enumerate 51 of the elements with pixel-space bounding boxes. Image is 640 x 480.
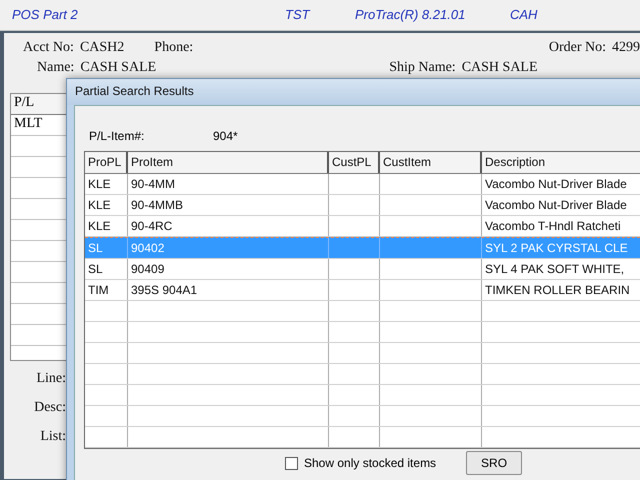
table-cell: 90402 (128, 238, 329, 258)
field-value: CASH SALE (80, 60, 156, 76)
table-cell: SL (85, 238, 128, 258)
table-cell-text: Vacombo Nut-Driver Blade (484, 176, 628, 193)
field-label: Name: (37, 60, 74, 76)
field-label: List: (40, 428, 66, 445)
environment-label: TST (285, 7, 310, 22)
table-cell: KLE (85, 195, 128, 215)
column-header[interactable]: CustItem (380, 152, 482, 173)
column-header[interactable]: Description (482, 152, 640, 173)
field-label: Order No: (548, 40, 606, 56)
search-label: P/L-Item#: (89, 129, 146, 145)
field-value: CASH2 (80, 40, 124, 56)
field-label: Acct No: (23, 40, 74, 56)
table-cell: KLE (85, 174, 128, 194)
app-title: POS Part 2 (12, 7, 78, 22)
column-header[interactable]: ProItem (128, 152, 329, 173)
search-value: 904* (213, 129, 238, 145)
field-value: 4299 (612, 40, 640, 56)
table-cell: 90-4RC (128, 216, 329, 236)
result-row[interactable]: KLE 90-4MM Vacombo Nut-Driver Blade (85, 174, 640, 195)
table-cell: 90-4MM (128, 174, 329, 194)
field-label: Desc: (34, 399, 66, 416)
table-cell: TIM (85, 280, 128, 300)
column-header[interactable]: CustPL (329, 152, 380, 173)
user-label: CAH (510, 7, 538, 22)
table-cell-text: Vacombo Nut-Driver Blade (484, 197, 628, 214)
table-cell: KLE (85, 216, 128, 236)
table-cell: 90409 (128, 259, 329, 279)
table-cell: 90-4MMB (128, 195, 329, 215)
table-cell-text: SYL 4 PAK SOFT WHITE, (484, 261, 626, 278)
result-row[interactable]: TIM 395S 904A1 TIMKEN ROLLER BEARIN (85, 280, 640, 301)
dialog-button[interactable]: SRO (466, 451, 522, 475)
field-label: Line: (36, 370, 66, 387)
table-cell-text: Vacombo T-Hndl Ratcheti (484, 218, 622, 235)
dialog-title: Partial Search Results (75, 84, 194, 98)
table-cell-text: SYL 2 PAK CYRSTAL CLE (484, 240, 629, 257)
field-value: CASH SALE (462, 60, 538, 76)
version-label: ProTrac(R) 8.21.01 (355, 7, 466, 22)
table-cell: 395S 904A1 (128, 280, 329, 300)
result-row[interactable]: KLE 90-4MMB Vacombo Nut-Driver Blade (85, 195, 640, 216)
column-header[interactable]: ProPL (85, 152, 128, 173)
field-label: Ship Name: (389, 60, 456, 76)
column-header: P/L (13, 94, 36, 112)
field-label: Phone: (154, 40, 194, 56)
result-row[interactable]: SL 90409 SYL 4 PAK SOFT WHITE, (85, 259, 640, 280)
stocked-only-checkbox[interactable] (285, 456, 298, 470)
table-cell-text: TIMKEN ROLLER BEARIN (484, 282, 631, 299)
checkbox-label: Show only stocked items (304, 456, 436, 470)
table-cell: SL (85, 259, 128, 279)
table-cell-text: MLT (13, 115, 44, 133)
